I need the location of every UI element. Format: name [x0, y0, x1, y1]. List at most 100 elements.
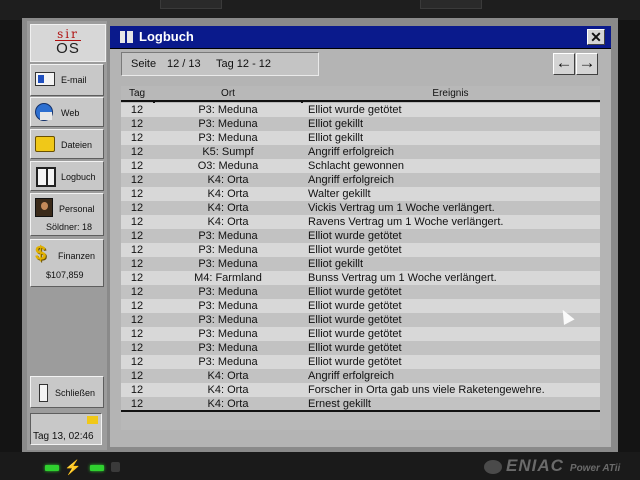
table-row: 12 P3: Meduna Elliot wurde getötet	[121, 229, 600, 243]
logbook-title-icon	[120, 31, 133, 43]
personnel-icon	[35, 198, 53, 217]
row-ort: K4: Orta	[207, 174, 249, 186]
row-ereignis: Elliot gekillt	[308, 132, 364, 144]
table-row: 12 O3: Meduna Schlacht gewonnen	[121, 159, 600, 173]
email-label: E-mail	[61, 75, 87, 85]
table-row: 12 M4: Farmland Bunss Vertrag um 1 Woche v…	[121, 271, 600, 285]
row-ereignis: Elliot wurde getötet	[308, 230, 402, 242]
row-ort: P3: Meduna	[198, 244, 258, 256]
prev-page-button[interactable]: ←	[553, 53, 575, 75]
table-row: 12 K4: Orta Ravens Vertrag um 1 Woche verl…	[121, 215, 600, 229]
power-icon: ⚡	[64, 459, 82, 475]
logbook-icon	[36, 167, 56, 187]
date-time-text: Tag 13, 02:46	[33, 431, 94, 442]
brand-mark-icon	[484, 459, 502, 474]
row-tag: 12	[130, 244, 144, 256]
row-ereignis: Forscher in Orta gab uns viele Raketenge…	[308, 384, 545, 396]
row-ort: P3: Meduna	[198, 118, 258, 130]
exit-button[interactable]: Schließen	[30, 376, 104, 408]
row-tag: 12	[130, 328, 144, 340]
monitor-brand: ENIAC Power ATii	[484, 456, 620, 476]
row-ereignis: Angriff erfolgreich	[308, 146, 395, 158]
files-label: Dateien	[61, 140, 93, 150]
row-tag: 12	[130, 174, 144, 186]
monitor-bezel-top	[0, 0, 640, 20]
row-ort: K4: Orta	[207, 370, 249, 382]
row-ereignis: Vickis Vertrag um 1 Woche verlängert.	[308, 202, 495, 214]
row-ereignis: Bunss Vertrag um 1 Woche verlängert.	[308, 272, 497, 284]
row-ereignis: Ernest gekillt	[308, 398, 371, 410]
row-ereignis: Schlacht gewonnen	[308, 160, 405, 172]
row-ereignis: Ravens Vertrag um 1 Woche verlängert.	[308, 216, 504, 228]
table-row: 12 P3: Meduna Elliot wurde getötet	[121, 327, 600, 341]
header-ort: Ort	[221, 88, 235, 99]
row-tag: 12	[130, 230, 144, 242]
page-indicator: Seite 12 / 13 Tag 12 - 12	[121, 52, 319, 76]
row-tag: 12	[130, 398, 144, 410]
personnel-button[interactable]: Personal Söldner: 18	[30, 193, 104, 236]
row-ort: K4: Orta	[207, 216, 249, 228]
table-row: 12 P3: Meduna Elliot wurde getötet	[121, 103, 600, 117]
row-ereignis: Elliot wurde getötet	[308, 104, 402, 116]
row-tag: 12	[130, 104, 144, 116]
table-row: 12 K4: Orta Walter gekillt	[121, 187, 600, 201]
header-divider	[121, 100, 600, 102]
row-ereignis: Elliot gekillt	[308, 258, 364, 270]
money-icon: $	[35, 243, 47, 265]
bezel-notch	[160, 0, 222, 9]
header-ereignis: Ereignis	[432, 88, 469, 99]
arrow-left-icon: ←	[555, 53, 573, 72]
row-tag: 12	[130, 216, 144, 228]
web-icon	[35, 103, 53, 121]
files-icon	[35, 136, 55, 152]
row-tag: 12	[130, 258, 144, 270]
row-tag: 12	[130, 132, 144, 144]
table-header: Tag Ort Ereignis	[121, 86, 600, 100]
close-icon: ✕	[590, 29, 602, 45]
table-row: 12 K4: Orta Angriff erfolgreich	[121, 173, 600, 187]
next-page-button[interactable]: →	[576, 53, 598, 75]
row-ort: K4: Orta	[207, 188, 249, 200]
table-row: 12 P3: Meduna Elliot wurde getötet	[121, 285, 600, 299]
finances-button[interactable]: $ Finanzen $107,859	[30, 239, 104, 287]
personnel-label: Personal	[59, 204, 95, 214]
files-button[interactable]: Dateien	[30, 129, 104, 159]
finances-label: Finanzen	[58, 251, 96, 261]
folder-icon[interactable]	[87, 416, 98, 424]
mercs-count: Söldner: 18	[46, 222, 93, 232]
table-row: 12 P3: Meduna Elliot wurde getötet	[121, 299, 600, 313]
row-tag: 12	[130, 160, 144, 172]
row-ort: P3: Meduna	[198, 300, 258, 312]
row-ort: P3: Meduna	[198, 132, 258, 144]
activity-led	[90, 465, 104, 471]
close-button[interactable]: ✕	[587, 29, 605, 45]
logo-os: OS	[56, 40, 80, 57]
header-tag: Tag	[128, 88, 146, 99]
log-table: Tag Ort Ereignis 12 P3: Meduna Elliot wurd…	[121, 86, 600, 430]
row-ort: P3: Meduna	[198, 342, 258, 354]
row-ort: P3: Meduna	[198, 356, 258, 368]
row-ort: P3: Meduna	[198, 286, 258, 298]
day-range: Tag 12 - 12	[216, 58, 272, 70]
email-button[interactable]: E-mail	[30, 64, 104, 96]
row-ereignis: Elliot wurde getötet	[308, 300, 402, 312]
web-label: Web	[61, 108, 80, 118]
table-row: 12 K4: Orta Ernest gekillt	[121, 397, 600, 411]
row-ereignis: Elliot wurde getötet	[308, 286, 402, 298]
table-row: 12 P3: Meduna Elliot wurde getötet	[121, 355, 600, 369]
table-row: 12 K4: Orta Forscher in Orta gab uns viele…	[121, 383, 600, 397]
row-tag: 12	[130, 370, 144, 382]
table-row: 12 P3: Meduna Elliot wurde getötet	[121, 341, 600, 355]
row-ereignis: Elliot wurde getötet	[308, 342, 402, 354]
sir-os-logo: sir OS	[30, 24, 106, 62]
window-titlebar: Logbuch ✕	[110, 26, 611, 49]
date-time-display: Tag 13, 02:46	[30, 413, 102, 445]
brand-model: Power ATii	[569, 463, 621, 474]
logbook-button[interactable]: Logbuch	[30, 161, 104, 191]
table-row: 12 P3: Meduna Elliot gekillt	[121, 257, 600, 271]
web-button[interactable]: Web	[30, 97, 104, 127]
row-ereignis: Angriff erfolgreich	[308, 174, 395, 186]
row-ort: K4: Orta	[207, 384, 249, 396]
row-ort: M4: Farmland	[194, 272, 262, 284]
row-ereignis: Elliot wurde getötet	[308, 244, 402, 256]
